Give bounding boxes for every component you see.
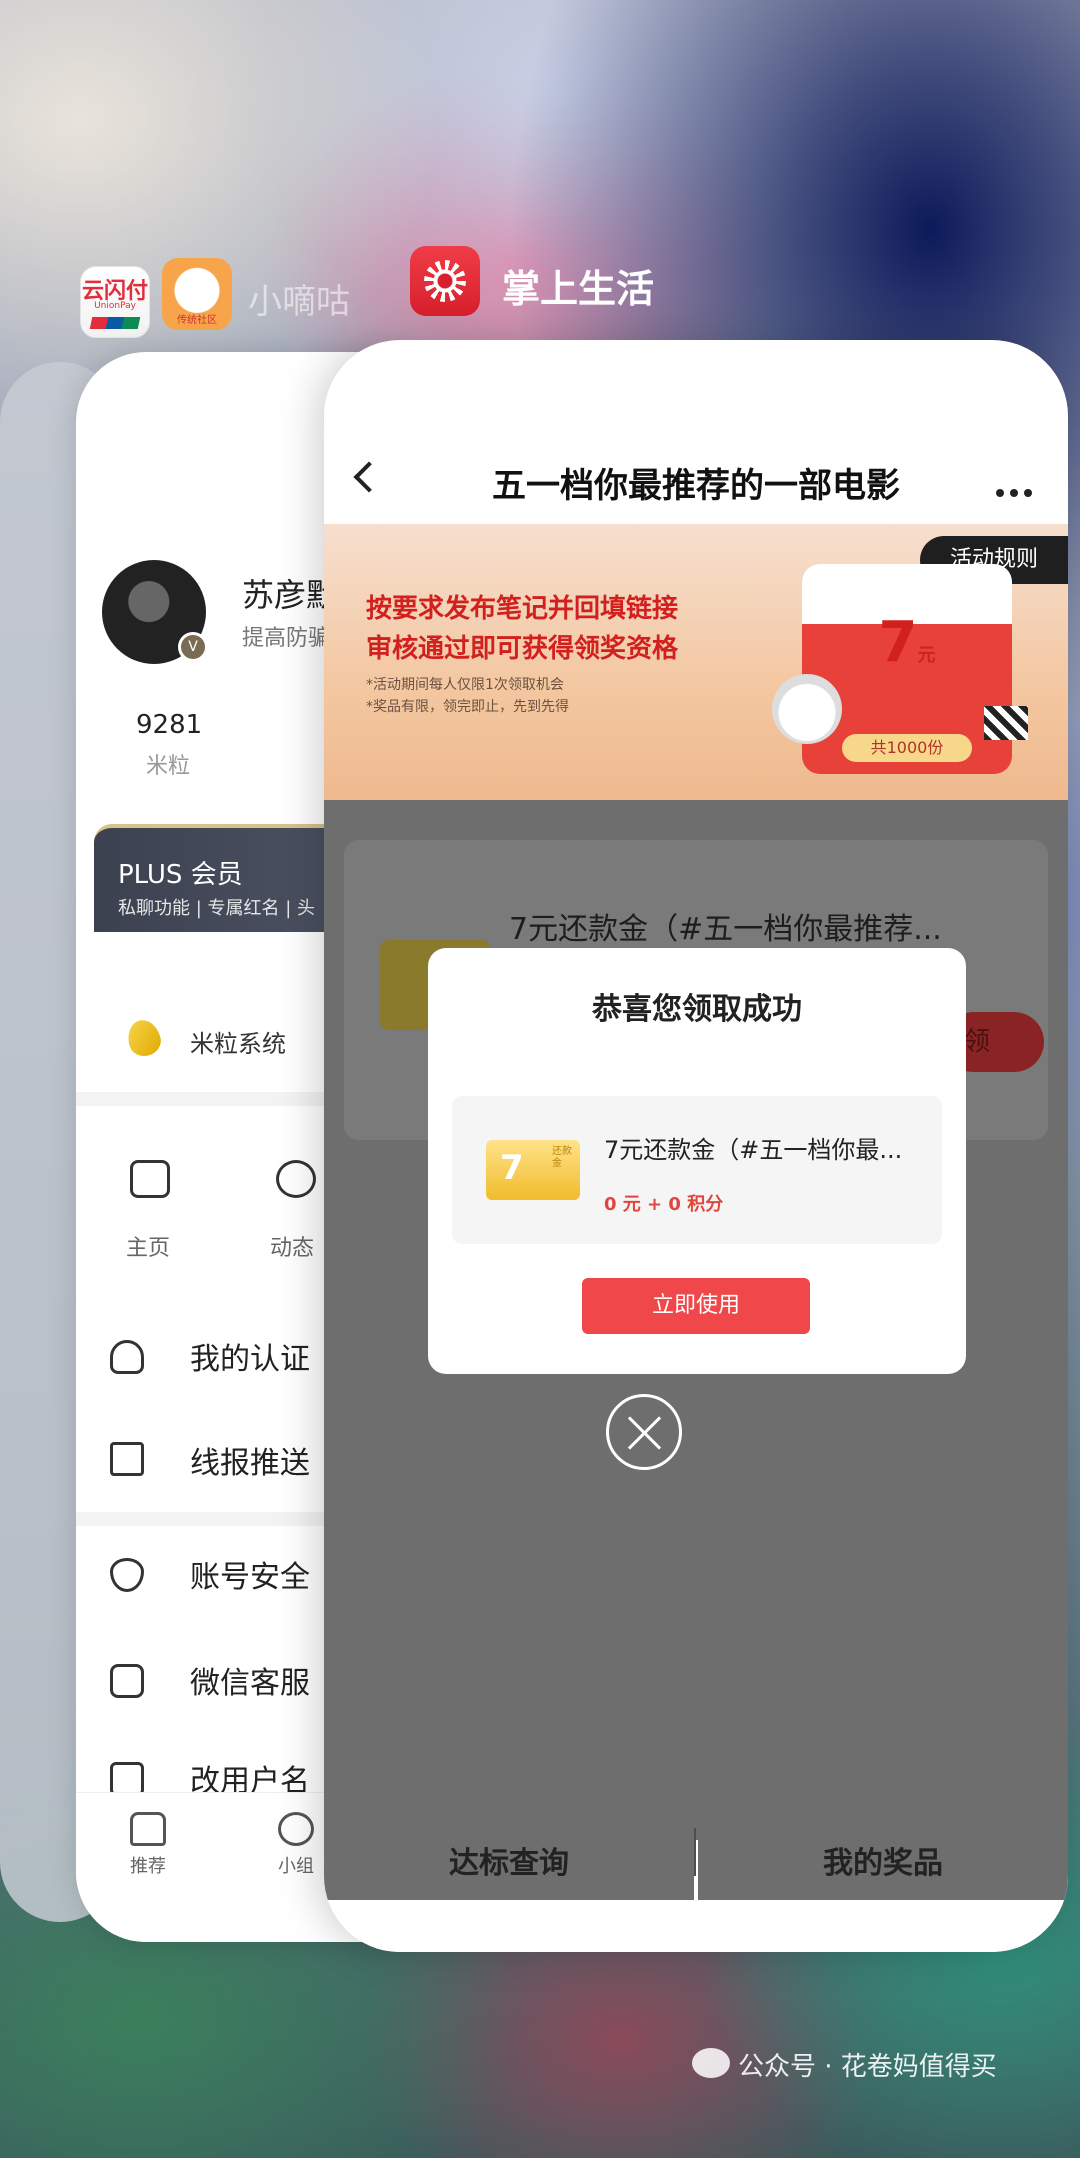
red-packet-amount: 7元 [878, 610, 936, 675]
zhangshang-app-label[interactable]: 掌上生活 [502, 258, 654, 313]
dialog-item-title: 7元还款金（#五一档你最... [604, 1136, 903, 1164]
rice-system-label[interactable]: 米粒系统 [190, 1024, 286, 1059]
menu-item-deal-push[interactable]: 线报推送 [190, 1438, 310, 1482]
reward-item-title: 7元还款金（#五一档你最推荐... [509, 912, 942, 947]
clapperboard-icon [984, 706, 1028, 740]
verified-badge-icon: V [178, 632, 208, 662]
xiaodigu-app-icon[interactable]: 传统社区 [162, 258, 232, 330]
app-card-zhangshang[interactable]: 五一档你最推荐的一部电影 活动规则 按要求发布笔记并回填链接 审核通过即可获得领… [324, 340, 1068, 1952]
certification-icon [110, 1340, 144, 1374]
plus-member-benefits: 私聊功能 | 专属红名 | 头 [118, 898, 316, 919]
success-dialog: 恭喜您领取成功 7 还款金 7元还款金（#五一档你最... 0 元 + 0 积分… [428, 948, 966, 1374]
use-now-button[interactable]: 立即使用 [582, 1278, 810, 1334]
profile-subtitle: 提高防骗 [242, 626, 331, 651]
coupon-number: 7 [500, 1148, 524, 1188]
xiaodigu-icon-caption: 传统社区 [177, 315, 217, 326]
wechat-service-icon [110, 1664, 144, 1698]
xiaodigu-app-label[interactable]: 小嘀咕 [248, 274, 350, 323]
tab-divider [694, 1828, 696, 1876]
dialog-item-price: 0 元 + 0 积分 [604, 1194, 724, 1215]
watermark-text: 公众号 · 花卷妈值得买 [738, 2052, 997, 2082]
red-packet-count: 共1000份 [842, 734, 972, 762]
red-packet-illustration: 7元 共1000份 [802, 564, 1012, 774]
menu-item-certification[interactable]: 我的认证 [190, 1334, 310, 1378]
banner-headline-2: 审核通过即可获得领奖资格 [366, 634, 679, 664]
coupon-icon: 7 还款金 [486, 1140, 580, 1200]
wechat-logo-icon [692, 2048, 730, 2078]
dialog-reward-item: 7 还款金 7元还款金（#五一档你最... 0 元 + 0 积分 [452, 1096, 942, 1244]
rice-count-label: 米粒 [146, 754, 191, 779]
banner-note-2: *奖品有限，领完即止，先到先得 [366, 699, 569, 715]
home-icon[interactable] [130, 1812, 166, 1846]
page-title: 五一档你最推荐的一部电影 [492, 466, 900, 506]
flower-logo-icon [424, 260, 466, 302]
tab-qualification-query[interactable]: 达标查询 [324, 1828, 694, 1900]
envelope-icon [110, 1442, 144, 1476]
promo-banner: 活动规则 按要求发布笔记并回填链接 审核通过即可获得领奖资格 *活动期间每人仅限… [324, 524, 1068, 800]
tab-my-prizes[interactable]: 我的奖品 [698, 1828, 1068, 1900]
profile-card-icon[interactable] [130, 1160, 170, 1198]
tab-recommend[interactable]: 推荐 [130, 1852, 166, 1878]
shield-icon [110, 1558, 144, 1592]
group-chat-icon[interactable] [278, 1812, 314, 1846]
quick-item-feed[interactable]: 动态 [270, 1230, 314, 1262]
plus-member-title: PLUS 会员 [118, 860, 243, 890]
unionpay-stripe-icon [89, 317, 141, 329]
rice-count: 9281 [136, 710, 203, 740]
more-options-icon[interactable] [996, 478, 1038, 502]
unionpay-icon-sub: UnionPay [94, 301, 136, 311]
zhangshang-app-icon[interactable] [410, 246, 480, 316]
unionpay-app-icon[interactable]: 云闪付 UnionPay [80, 266, 150, 338]
chat-bubble-icon[interactable] [276, 1160, 316, 1198]
mascot-face-icon [184, 278, 210, 300]
coupon-tag: 还款金 [552, 1146, 572, 1169]
dialog-title: 恭喜您领取成功 [592, 992, 802, 1027]
rename-icon [110, 1762, 144, 1796]
menu-item-wechat-service[interactable]: 微信客服 [190, 1658, 310, 1702]
close-icon[interactable] [606, 1394, 682, 1470]
quick-item-home[interactable]: 主页 [126, 1230, 170, 1262]
rice-grain-icon [123, 1016, 165, 1060]
cat-mascot-icon [772, 674, 842, 744]
banner-headline-1: 按要求发布笔记并回填链接 [366, 594, 679, 624]
menu-item-account-security[interactable]: 账号安全 [190, 1552, 310, 1596]
tab-group[interactable]: 小组 [278, 1852, 314, 1878]
banner-note-1: *活动期间每人仅限1次领取机会 [366, 677, 564, 693]
